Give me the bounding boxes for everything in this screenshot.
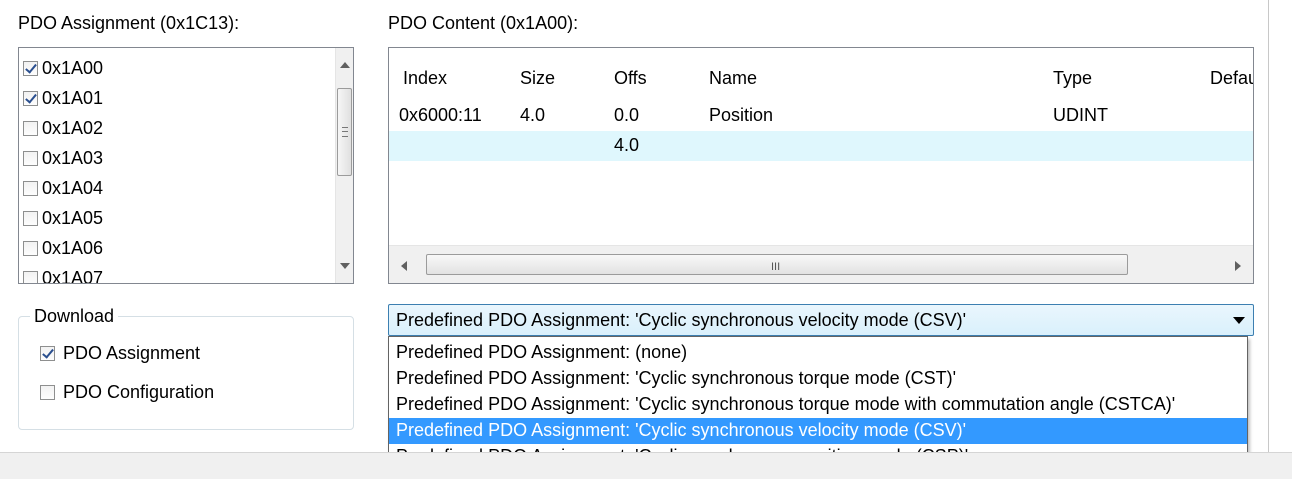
column-header-index[interactable]: Index [403, 68, 447, 89]
cell-type: UDINT [1053, 105, 1108, 125]
list-item-label: 0x1A06 [42, 237, 104, 258]
scroll-down-icon[interactable] [340, 263, 350, 269]
checkbox[interactable] [40, 346, 55, 361]
list-item-label: 0x1A01 [42, 87, 104, 108]
checkbox-label: PDO Assignment [63, 343, 201, 363]
pdo-content-table[interactable]: Index Size Offs Name Type Default 0x6000… [388, 47, 1254, 284]
list-item-label: 0x1A07 [42, 267, 104, 284]
option-label: Predefined PDO Assignment: 'Cyclic synch… [396, 394, 1176, 414]
checkbox-label: PDO Configuration [63, 382, 215, 402]
pdo-assignment-title: PDO Assignment (0x1C13): [18, 13, 240, 33]
dropdown-option[interactable]: Predefined PDO Assignment: 'Cyclic synch… [389, 392, 1247, 418]
table-row[interactable]: 4.0 [389, 131, 1253, 161]
dropdown-option[interactable]: Predefined PDO Assignment: 'Cyclic synch… [389, 366, 1247, 392]
list-item[interactable]: 0x1A01 [23, 83, 103, 113]
vertical-scrollbar[interactable] [335, 48, 353, 283]
panel-divider [1268, 0, 1269, 452]
column-header-default[interactable]: Default [1210, 68, 1253, 89]
cell-index: 0x6000:11 [399, 105, 482, 125]
checkbox[interactable] [23, 240, 38, 256]
list-item[interactable]: 0x1A04 [23, 173, 103, 203]
grip-icon: III [771, 261, 781, 273]
scroll-left-icon[interactable] [401, 261, 407, 271]
scroll-up-icon[interactable] [340, 62, 350, 68]
column-header-type[interactable]: Type [1053, 68, 1092, 89]
list-item[interactable]: 0x1A06 [23, 233, 103, 263]
scrollbar-thumb[interactable]: III [426, 254, 1128, 275]
download-pdo-assignment[interactable]: PDO Assignment [40, 343, 200, 364]
list-item[interactable]: 0x1A03 [23, 143, 103, 173]
chevron-down-icon[interactable] [1233, 317, 1245, 324]
column-header-offs[interactable]: Offs [614, 68, 647, 89]
checkbox[interactable] [23, 210, 38, 226]
list-item-label: 0x1A04 [42, 177, 104, 198]
option-label: Predefined PDO Assignment: 'Cyclic synch… [396, 368, 957, 388]
checkbox[interactable] [23, 90, 38, 106]
checkbox[interactable] [23, 60, 38, 76]
list-item[interactable]: 0x1A05 [23, 203, 103, 233]
download-legend: Download [30, 306, 119, 327]
dropdown-option[interactable]: Predefined PDO Assignment: (none) [389, 340, 1247, 366]
download-pdo-configuration[interactable]: PDO Configuration [40, 382, 214, 403]
option-label: Predefined PDO Assignment: 'Cyclic synch… [396, 420, 967, 440]
column-header-size[interactable]: Size [520, 68, 555, 89]
column-header-name[interactable]: Name [709, 68, 757, 89]
checkbox[interactable] [23, 150, 38, 166]
checkbox[interactable] [23, 120, 38, 136]
checkbox[interactable] [40, 385, 55, 400]
horizontal-scrollbar[interactable]: III [389, 245, 1253, 283]
cell-offs: 4.0 [614, 135, 640, 155]
table-row[interactable]: 0x6000:11 4.0 0.0 Position UDINT [389, 101, 1253, 131]
download-group [18, 316, 354, 430]
cell-offs: 0.0 [614, 105, 640, 125]
scrollbar-thumb[interactable] [337, 88, 352, 176]
list-item-label: 0x1A05 [42, 207, 104, 228]
list-item[interactable]: 0x1A00 [23, 53, 103, 83]
list-item[interactable]: 0x1A02 [23, 113, 103, 143]
list-item-label: 0x1A00 [42, 57, 104, 78]
cell-size: 4.0 [520, 105, 546, 125]
pdo-content-title: PDO Content (0x1A00): [388, 13, 579, 33]
pdo-assignment-list[interactable]: 0x1A00 0x1A01 0x1A02 0x1A03 0x1A04 0x1A0… [18, 47, 354, 284]
grip-icon [342, 127, 348, 137]
checkbox[interactable] [23, 180, 38, 196]
dropdown-option-selected[interactable]: Predefined PDO Assignment: 'Cyclic synch… [389, 418, 1247, 444]
list-item-label: 0x1A03 [42, 147, 104, 168]
checkbox[interactable] [23, 270, 38, 283]
option-label: Predefined PDO Assignment: (none) [396, 342, 688, 362]
bottom-strip [0, 452, 1292, 479]
scroll-right-icon[interactable] [1235, 261, 1241, 271]
predefined-pdo-options[interactable]: Predefined PDO Assignment: (none) Predef… [388, 336, 1248, 468]
list-item-label: 0x1A02 [42, 117, 104, 138]
cell-name: Position [709, 105, 774, 125]
predefined-pdo-dropdown[interactable]: Predefined PDO Assignment: 'Cyclic synch… [388, 304, 1254, 336]
dropdown-selected-value: Predefined PDO Assignment: 'Cyclic synch… [396, 310, 967, 330]
list-item[interactable]: 0x1A07 [23, 263, 104, 284]
